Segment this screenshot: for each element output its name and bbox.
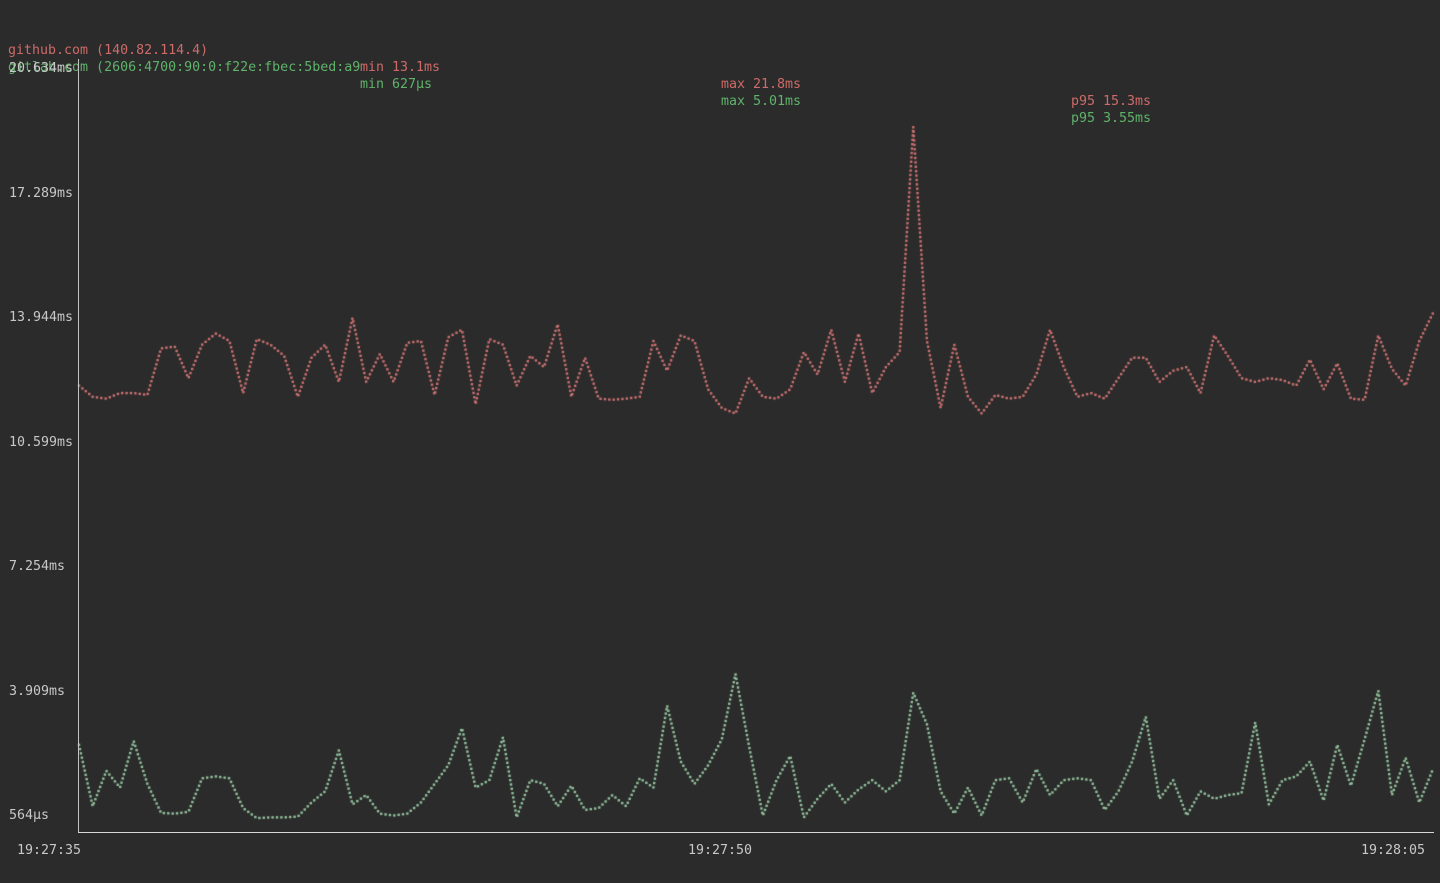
min-stat-github: min 13.1ms <box>360 59 440 76</box>
max-stat-github: max 21.8ms <box>721 76 801 93</box>
x-tick-label-end: 19:28:05 <box>1361 842 1425 859</box>
y-tick-label: 564µs <box>9 807 49 824</box>
legend-row-github: github.com (140.82.114.4) min 13.1ms max… <box>0 25 1440 42</box>
x-tick-label-middle: 19:27:50 <box>688 842 752 859</box>
y-axis-line <box>78 59 79 833</box>
legend-row-gitlab: gitlab.com (2606:4700:90:0:f22e:fbec:5be… <box>0 42 1440 59</box>
y-tick-label: 3.909ms <box>9 683 65 700</box>
y-tick-label: 10.599ms <box>9 434 73 451</box>
x-axis-line <box>78 832 1434 833</box>
min-stat-gitlab: min 627µs <box>360 76 432 93</box>
x-tick-label-start: 19:27:35 <box>17 842 81 859</box>
p95-stat-github: p95 15.3ms <box>1071 93 1151 110</box>
p95-stat-gitlab: p95 3.55ms <box>1071 110 1151 127</box>
y-tick-label: 7.254ms <box>9 558 65 575</box>
y-tick-label: 20.634ms <box>9 60 73 77</box>
y-tick-label: 17.289ms <box>9 185 73 202</box>
gping-terminal: github.com (140.82.114.4) min 13.1ms max… <box>0 0 1440 883</box>
max-stat-gitlab: max 5.01ms <box>721 93 801 110</box>
y-tick-label: 13.944ms <box>9 309 73 326</box>
latency-chart-canvas <box>0 0 1440 883</box>
